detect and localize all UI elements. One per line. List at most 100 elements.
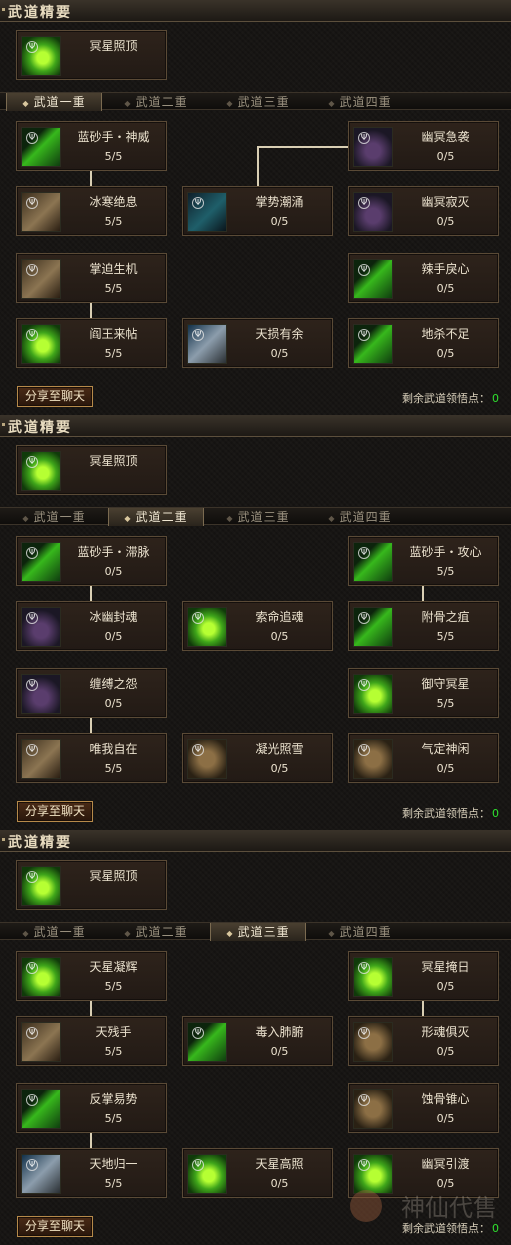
skill-connector bbox=[90, 1132, 92, 1148]
skill-name: 冰寒绝息 bbox=[89, 195, 138, 209]
share-to-chat-button[interactable]: 分享至聊天 bbox=[17, 1216, 93, 1237]
tier-tabs: 武道一重武道二重武道三重武道四重 bbox=[0, 92, 511, 111]
skill-points: 0/5 bbox=[270, 347, 289, 360]
skill-card[interactable]: Ψ 缠缚之怨 0/5 bbox=[16, 668, 167, 718]
section-header: 武道精要 bbox=[0, 0, 511, 22]
tab-tier-1[interactable]: 武道一重 bbox=[6, 93, 102, 111]
skill-rune-icon: Ψ bbox=[358, 962, 370, 974]
skill-name: 天星高照 bbox=[255, 1157, 304, 1171]
talent-panel: 武道精要 Ψ 冥星照顶武道一重武道二重武道三重武道四重 Ψ 蓝砂手・神威 5/5 Ψ 冰寒绝息… bbox=[0, 0, 511, 415]
skill-rune-icon: Ψ bbox=[358, 679, 370, 691]
tab-tier-1[interactable]: 武道一重 bbox=[6, 923, 102, 941]
skill-rune-icon: Ψ bbox=[26, 264, 38, 276]
skill-card[interactable]: Ψ 天损有余 0/5 bbox=[182, 318, 333, 368]
skill-rune-icon: Ψ bbox=[358, 1159, 370, 1171]
tab-tier-1[interactable]: 武道一重 bbox=[6, 508, 102, 526]
share-to-chat-button[interactable]: 分享至聊天 bbox=[17, 801, 93, 822]
skill-card[interactable]: Ψ 凝光照雪 0/5 bbox=[182, 733, 333, 783]
skill-rune-icon: Ψ bbox=[26, 1159, 38, 1171]
skill-rune-icon: Ψ bbox=[26, 132, 38, 144]
skill-name: 地杀不足 bbox=[421, 327, 470, 341]
skill-rune-icon: Ψ bbox=[26, 871, 38, 883]
skill-rune-icon: Ψ bbox=[26, 1027, 38, 1039]
watermark-logo-icon bbox=[350, 1190, 382, 1222]
skill-name: 掌迫生机 bbox=[89, 262, 138, 276]
skill-card[interactable]: Ψ 天地归一 5/5 bbox=[16, 1148, 167, 1198]
moon-warrior-icon: Ψ bbox=[21, 259, 61, 299]
skill-card[interactable]: Ψ 冰寒绝息 5/5 bbox=[16, 186, 167, 236]
skill-points: 5/5 bbox=[104, 282, 123, 295]
tab-tier-2[interactable]: 武道二重 bbox=[108, 923, 204, 941]
remaining-points: 剩余武道领悟点： 0 bbox=[402, 805, 499, 821]
skill-card[interactable]: Ψ 附骨之疽 5/5 bbox=[348, 601, 499, 651]
tab-tier-4[interactable]: 武道四重 bbox=[312, 508, 408, 526]
skill-card[interactable]: Ψ 掌势潮涌 0/5 bbox=[182, 186, 333, 236]
tier-tabs: 武道一重武道二重武道三重武道四重 bbox=[0, 922, 511, 941]
skill-card[interactable]: Ψ 幽冥寂灭 0/5 bbox=[348, 186, 499, 236]
skill-card[interactable]: Ψ 形魂俱灭 0/5 bbox=[348, 1016, 499, 1066]
skill-connector bbox=[90, 170, 92, 186]
essence-card[interactable]: Ψ 冥星照顶 bbox=[16, 445, 167, 495]
tab-tier-2[interactable]: 武道二重 bbox=[108, 93, 204, 111]
skill-card[interactable]: Ψ 毒入肺腑 0/5 bbox=[182, 1016, 333, 1066]
share-to-chat-button[interactable]: 分享至聊天 bbox=[17, 386, 93, 407]
skill-name: 冥星照顶 bbox=[89, 869, 138, 883]
skill-card[interactable]: Ψ 索命追魂 0/5 bbox=[182, 601, 333, 651]
green-burst-icon: Ψ bbox=[187, 1154, 227, 1194]
skill-points: 0/5 bbox=[436, 347, 455, 360]
tab-tier-3[interactable]: 武道三重 bbox=[210, 93, 306, 111]
skill-card[interactable]: Ψ 反掌易势 5/5 bbox=[16, 1083, 167, 1133]
skill-points: 0/5 bbox=[104, 565, 123, 578]
skill-points: 5/5 bbox=[104, 347, 123, 360]
skill-card[interactable]: Ψ 阎王来帖 5/5 bbox=[16, 318, 167, 368]
golden-warrior-icon: Ψ bbox=[21, 739, 61, 779]
section-title: 武道精要 bbox=[2, 2, 72, 22]
skill-card[interactable]: Ψ 辣手戾心 0/5 bbox=[348, 253, 499, 303]
green-burst-icon: Ψ bbox=[353, 957, 393, 997]
skill-points: 5/5 bbox=[104, 1177, 123, 1190]
skill-card[interactable]: Ψ 唯我自在 5/5 bbox=[16, 733, 167, 783]
skill-rune-icon: Ψ bbox=[358, 264, 370, 276]
skill-points: 0/5 bbox=[436, 150, 455, 163]
essence-card[interactable]: Ψ 冥星照顶 bbox=[16, 30, 167, 80]
section-header: 武道精要 bbox=[0, 830, 511, 852]
skill-points: 0/5 bbox=[270, 762, 289, 775]
bronze-hand-icon: Ψ bbox=[353, 1089, 393, 1129]
tab-tier-3[interactable]: 武道三重 bbox=[210, 923, 306, 941]
skill-card[interactable]: Ψ 天残手 5/5 bbox=[16, 1016, 167, 1066]
essence-card[interactable]: Ψ 冥星照顶 bbox=[16, 860, 167, 910]
skill-card[interactable]: Ψ 蓝砂手・滞脉 0/5 bbox=[16, 536, 167, 586]
skill-name: 附骨之疽 bbox=[421, 610, 470, 624]
green-figure-icon: Ψ bbox=[353, 1154, 393, 1194]
skill-rune-icon: Ψ bbox=[358, 1027, 370, 1039]
tab-tier-4[interactable]: 武道四重 bbox=[312, 923, 408, 941]
skill-card[interactable]: Ψ 气定神闲 0/5 bbox=[348, 733, 499, 783]
blue-slash-icon: Ψ bbox=[187, 324, 227, 364]
skill-card[interactable]: Ψ 蚀骨锥心 0/5 bbox=[348, 1083, 499, 1133]
skill-card[interactable]: Ψ 地杀不足 0/5 bbox=[348, 318, 499, 368]
skill-card[interactable]: Ψ 幽冥急袭 0/5 bbox=[348, 121, 499, 171]
skill-points: 0/5 bbox=[436, 215, 455, 228]
skill-rune-icon: Ψ bbox=[26, 612, 38, 624]
skill-card[interactable]: Ψ 蓝砂手・神威 5/5 bbox=[16, 121, 167, 171]
skill-card[interactable]: Ψ 御守冥星 5/5 bbox=[348, 668, 499, 718]
skill-name: 蓝砂手・神威 bbox=[77, 130, 150, 144]
skill-rune-icon: Ψ bbox=[26, 744, 38, 756]
talent-panel: 武道精要 Ψ 冥星照顶武道一重武道二重武道三重武道四重 Ψ 蓝砂手・滞脉 0/5 Ψ 冰幽封魂… bbox=[0, 415, 511, 830]
skill-card[interactable]: Ψ 冰幽封魂 0/5 bbox=[16, 601, 167, 651]
skill-rune-icon: Ψ bbox=[26, 962, 38, 974]
skill-card[interactable]: Ψ 天星高照 0/5 bbox=[182, 1148, 333, 1198]
skill-points: 5/5 bbox=[104, 762, 123, 775]
skill-rune-icon: Ψ bbox=[192, 197, 204, 209]
teal-wave-icon: Ψ bbox=[187, 192, 227, 232]
skill-card[interactable]: Ψ 冥星掩日 0/5 bbox=[348, 951, 499, 1001]
tab-tier-2[interactable]: 武道二重 bbox=[108, 508, 204, 526]
skill-card[interactable]: Ψ 天星凝辉 5/5 bbox=[16, 951, 167, 1001]
tab-tier-3[interactable]: 武道三重 bbox=[210, 508, 306, 526]
skill-card[interactable]: Ψ 蓝砂手・攻心 5/5 bbox=[348, 536, 499, 586]
skill-rune-icon: Ψ bbox=[358, 744, 370, 756]
tab-tier-4[interactable]: 武道四重 bbox=[312, 93, 408, 111]
skill-name: 缠缚之怨 bbox=[89, 677, 138, 691]
skill-points: 0/5 bbox=[436, 980, 455, 993]
skill-card[interactable]: Ψ 掌迫生机 5/5 bbox=[16, 253, 167, 303]
